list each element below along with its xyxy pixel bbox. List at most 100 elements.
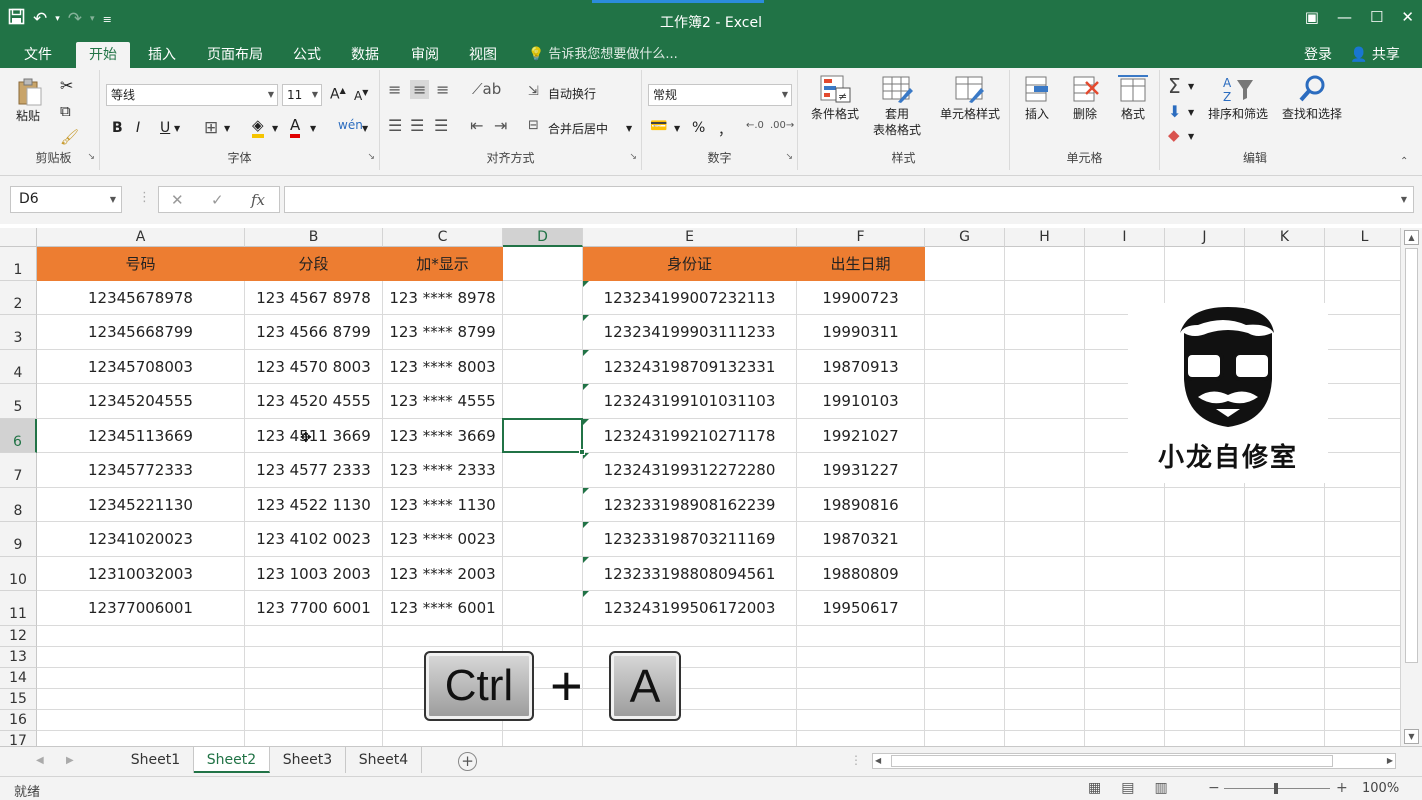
data-cell-b4[interactable]: 123 4570 8003 bbox=[245, 350, 383, 384]
cell-l10[interactable] bbox=[1325, 557, 1400, 591]
column-header-b[interactable]: B bbox=[245, 228, 383, 247]
cell-i17[interactable] bbox=[1085, 731, 1165, 746]
data-cell-a11[interactable]: 12377006001 bbox=[37, 591, 245, 626]
format-as-table-button[interactable]: 套用 表格格式 bbox=[864, 74, 930, 138]
cell-g10[interactable] bbox=[925, 557, 1005, 591]
italic-button[interactable]: I bbox=[136, 120, 140, 136]
chevron-down-icon[interactable]: ▼ bbox=[272, 124, 278, 133]
column-header-h[interactable]: H bbox=[1005, 228, 1085, 247]
cell-g7[interactable] bbox=[925, 453, 1005, 488]
chevron-down-icon[interactable]: ▼ bbox=[626, 124, 632, 133]
cell-j8[interactable] bbox=[1165, 488, 1245, 522]
cell-h9[interactable] bbox=[1005, 522, 1085, 557]
clear-icon[interactable]: ◆ bbox=[1168, 126, 1180, 144]
cell-h6[interactable] bbox=[1005, 419, 1085, 453]
cell-j11[interactable] bbox=[1165, 591, 1245, 626]
cell-k15[interactable] bbox=[1245, 689, 1325, 710]
cell-i1[interactable] bbox=[1085, 247, 1165, 281]
data-cell-a9[interactable]: 12341020023 bbox=[37, 522, 245, 557]
chevron-down-icon[interactable]: ▼ bbox=[174, 124, 180, 133]
cell-h13[interactable] bbox=[1005, 647, 1085, 668]
cell-h15[interactable] bbox=[1005, 689, 1085, 710]
cell-j16[interactable] bbox=[1165, 710, 1245, 731]
data-cell-c7[interactable]: 123 **** 2333 bbox=[383, 453, 503, 488]
tab-page-layout[interactable]: 页面布局 bbox=[207, 42, 263, 68]
data-cell-f4[interactable]: 19870913 bbox=[797, 350, 925, 384]
page-break-preview-icon[interactable]: ▥ bbox=[1154, 780, 1167, 796]
cell-j1[interactable] bbox=[1165, 247, 1245, 281]
data-cell-a10[interactable]: 12310032003 bbox=[37, 557, 245, 591]
font-size-select[interactable]: 11 ▼ bbox=[282, 84, 322, 106]
minimize-icon[interactable]: — bbox=[1337, 8, 1352, 26]
cell-l11[interactable] bbox=[1325, 591, 1400, 626]
tab-home[interactable]: 开始 bbox=[76, 42, 130, 68]
zoom-level[interactable]: 100% bbox=[1362, 781, 1399, 796]
cell-a14[interactable] bbox=[37, 668, 245, 689]
sign-in-link[interactable]: 登录 bbox=[1304, 42, 1332, 68]
cell-l5[interactable] bbox=[1325, 384, 1400, 419]
alignment-launcher-icon[interactable]: ↘ bbox=[629, 152, 637, 162]
cell-i8[interactable] bbox=[1085, 488, 1165, 522]
insert-function-button[interactable]: fx bbox=[251, 191, 265, 209]
data-cell-c11[interactable]: 123 **** 6001 bbox=[383, 591, 503, 626]
merge-center-icon[interactable]: ⊟ bbox=[528, 118, 539, 133]
cell-e12[interactable] bbox=[583, 626, 797, 647]
sheet-tab-sheet4[interactable]: Sheet4 bbox=[346, 747, 422, 773]
cell-a12[interactable] bbox=[37, 626, 245, 647]
cell-l6[interactable] bbox=[1325, 419, 1400, 453]
spreadsheet-grid[interactable]: A B C D E F G H I J K L 1 2 3 4 5 6 7 8 9 10 11 12 13 14 15 16 17 号码分… bbox=[0, 228, 1400, 746]
underline-button[interactable]: U bbox=[160, 120, 170, 136]
cell-g12[interactable] bbox=[925, 626, 1005, 647]
row-header-5[interactable]: 5 bbox=[0, 384, 37, 419]
expand-formula-bar-icon[interactable]: ▼ bbox=[1401, 195, 1407, 204]
cell-g2[interactable] bbox=[925, 281, 1005, 315]
row-header-10[interactable]: 10 bbox=[0, 557, 37, 591]
data-cell-a5[interactable]: 12345204555 bbox=[37, 384, 245, 419]
cell-a15[interactable] bbox=[37, 689, 245, 710]
format-cells-button[interactable]: 格式 bbox=[1110, 74, 1156, 122]
data-cell-e9[interactable]: 123233198703211169 bbox=[583, 522, 797, 557]
column-header-a[interactable]: A bbox=[37, 228, 245, 247]
data-cell-c3[interactable]: 123 **** 8799 bbox=[383, 315, 503, 350]
data-cell-e2[interactable]: 123234199007232113 bbox=[583, 281, 797, 315]
header-cell-e[interactable]: 身份证 bbox=[583, 247, 797, 281]
data-cell-b11[interactable]: 123 7700 6001 bbox=[245, 591, 383, 626]
vertical-scroll-thumb[interactable] bbox=[1405, 248, 1418, 663]
cell-styles-button[interactable]: 单元格样式 bbox=[932, 74, 1008, 122]
collapse-ribbon-icon[interactable]: ⌃ bbox=[1400, 156, 1408, 167]
cell-j12[interactable] bbox=[1165, 626, 1245, 647]
sheet-tab-sheet2[interactable]: Sheet2 bbox=[194, 747, 270, 773]
data-cell-a4[interactable]: 12345708003 bbox=[37, 350, 245, 384]
column-header-i[interactable]: I bbox=[1085, 228, 1165, 247]
row-header-9[interactable]: 9 bbox=[0, 522, 37, 557]
data-cell-c6[interactable]: 123 **** 3669 bbox=[383, 419, 503, 453]
cell-d3[interactable] bbox=[503, 315, 583, 350]
align-top-icon[interactable]: ≡ bbox=[388, 80, 401, 99]
phonetic-guide-icon[interactable]: wén bbox=[338, 118, 363, 132]
cell-d1[interactable] bbox=[503, 247, 583, 281]
header-cell-c[interactable]: 加*显示 bbox=[383, 247, 503, 281]
cell-k1[interactable] bbox=[1245, 247, 1325, 281]
cell-k8[interactable] bbox=[1245, 488, 1325, 522]
tab-formulas[interactable]: 公式 bbox=[293, 42, 321, 68]
cell-l4[interactable] bbox=[1325, 350, 1400, 384]
chevron-down-icon[interactable]: ▼ bbox=[362, 124, 368, 133]
row-header-8[interactable]: 8 bbox=[0, 488, 37, 522]
cell-h1[interactable] bbox=[1005, 247, 1085, 281]
cell-j15[interactable] bbox=[1165, 689, 1245, 710]
chevron-down-icon[interactable]: ▼ bbox=[1188, 108, 1194, 117]
data-cell-c10[interactable]: 123 **** 2003 bbox=[383, 557, 503, 591]
cell-i14[interactable] bbox=[1085, 668, 1165, 689]
cell-h14[interactable] bbox=[1005, 668, 1085, 689]
cell-j10[interactable] bbox=[1165, 557, 1245, 591]
cell-g1[interactable] bbox=[925, 247, 1005, 281]
data-cell-f10[interactable]: 19880809 bbox=[797, 557, 925, 591]
data-cell-e11[interactable]: 123243199506172003 bbox=[583, 591, 797, 626]
normal-view-icon[interactable]: ▦ bbox=[1088, 780, 1101, 796]
data-cell-b2[interactable]: 123 4567 8978 bbox=[245, 281, 383, 315]
column-header-j[interactable]: J bbox=[1165, 228, 1245, 247]
data-cell-f8[interactable]: 19890816 bbox=[797, 488, 925, 522]
cell-g8[interactable] bbox=[925, 488, 1005, 522]
cell-h2[interactable] bbox=[1005, 281, 1085, 315]
data-cell-a6[interactable]: 12345113669 bbox=[37, 419, 245, 453]
